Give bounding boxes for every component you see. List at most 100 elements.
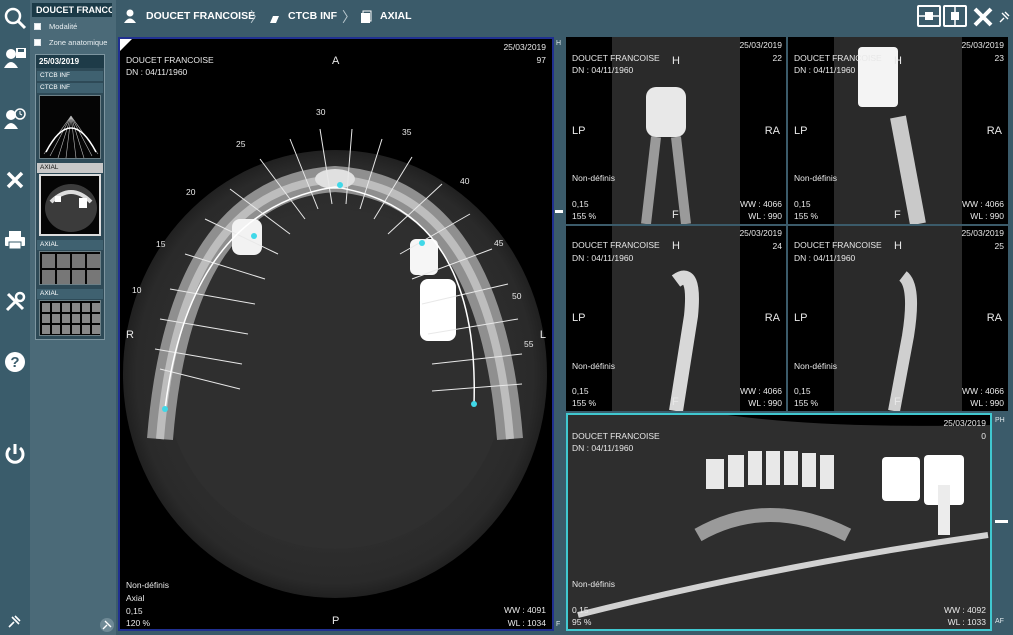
orientation-top: H xyxy=(672,240,680,252)
close-icon[interactable] xyxy=(3,168,27,192)
cross-section-viewport[interactable]: DOUCET FRANCOISE DN : 04/11/1960 25/03/2… xyxy=(788,226,1008,411)
breadcrumb-series[interactable]: AXIAL xyxy=(380,10,412,22)
curve-tick-label: 25 xyxy=(236,139,246,149)
patient-dob: DN : 04/11/1960 xyxy=(794,65,856,75)
series-label[interactable]: AXIAL xyxy=(37,289,103,299)
panoramic-slice-strip[interactable]: PH AF xyxy=(992,413,1011,631)
slice-number: 24 xyxy=(772,241,782,251)
curve-tick-label: 35 xyxy=(402,127,412,137)
window-width: WW : 4091 xyxy=(503,605,546,615)
patient-name: DOUCET FRANCOISE xyxy=(572,53,660,63)
curve-tick-label: 15 xyxy=(156,239,166,249)
exam-date: 25/03/2019 xyxy=(739,228,782,238)
anatomic-zone-checkbox[interactable] xyxy=(34,39,41,46)
slice-slider-handle[interactable] xyxy=(555,210,563,213)
window-width: WW : 4066 xyxy=(961,386,1004,396)
series-label[interactable]: CTCB INF xyxy=(37,71,103,81)
exam-date: 25/03/2019 xyxy=(503,42,546,52)
thickness-label: 0,15 xyxy=(126,606,143,616)
series-thumbnail-grid[interactable] xyxy=(39,300,101,336)
zoom-label: 155 % xyxy=(572,211,597,221)
series-thumbnail-cross[interactable] xyxy=(39,251,101,285)
modality-checkbox[interactable] xyxy=(34,23,41,30)
help-icon[interactable]: ? xyxy=(3,350,27,374)
window-width: WW : 4066 xyxy=(739,199,782,209)
axial-viewport[interactable]: 10 15 20 25 30 35 40 45 50 55 DOUCET FRA… xyxy=(118,37,554,631)
exam-date: 25/03/2019 xyxy=(739,40,782,50)
search-icon[interactable] xyxy=(3,6,27,30)
strip-bottom-label: AF xyxy=(995,618,1004,625)
exam-date: 25/03/2019 xyxy=(961,40,1004,50)
breadcrumb-study[interactable]: CTCB INF xyxy=(288,10,337,22)
orientation-top: H xyxy=(894,55,902,67)
series-icon xyxy=(360,10,372,29)
study-icon xyxy=(268,12,280,30)
layout-button[interactable] xyxy=(917,5,941,27)
plane-label: Axial xyxy=(126,593,145,603)
series-label[interactable]: CTCB INF xyxy=(37,83,103,93)
curve-tick-label: 55 xyxy=(524,339,534,349)
patient-dob: DN : 04/11/1960 xyxy=(572,65,634,75)
split-button[interactable] xyxy=(943,5,967,27)
orientation-left: LP xyxy=(794,125,808,137)
pin-icon[interactable] xyxy=(100,618,114,632)
window-level: WL : 1034 xyxy=(507,618,546,628)
slice-number: 25 xyxy=(994,241,1004,251)
thickness-label: 0,15 xyxy=(572,605,589,615)
breadcrumb-patient[interactable]: DOUCET FRANCOISE xyxy=(146,10,255,22)
top-bar: DOUCET FRANCOISE 〉 CTCB INF 〉 AXIAL xyxy=(116,0,1013,35)
slice-slider-handle[interactable] xyxy=(995,520,1008,523)
patient-name: DOUCET FRANCOISE xyxy=(572,431,660,441)
tools-icon[interactable] xyxy=(3,290,27,314)
zoom-label: 155 % xyxy=(794,211,819,221)
series-thumbnail-axial[interactable] xyxy=(39,174,101,236)
patient-name: DOUCET FRANCOISE xyxy=(794,53,882,63)
window-level: WL : 990 xyxy=(970,398,1004,408)
orientation-right: RA xyxy=(764,125,780,137)
orientation-bottom: F xyxy=(894,209,901,221)
non-defined-label: Non-définis xyxy=(794,173,837,183)
non-defined-label: Non-définis xyxy=(572,173,615,183)
study-date: 25/03/2019 xyxy=(36,55,104,68)
cross-section-viewport[interactable]: DOUCET FRANCOISE DN : 04/11/1960 25/03/2… xyxy=(566,37,786,224)
slice-number: 22 xyxy=(772,53,782,63)
pin-icon[interactable] xyxy=(998,10,1010,29)
series-thumbnail-pano[interactable] xyxy=(39,95,101,159)
thickness-label: 0,15 xyxy=(794,386,811,396)
chevron-right-icon: 〉 xyxy=(342,9,356,25)
axial-slice-strip[interactable]: H F xyxy=(554,37,564,631)
pin-icon[interactable] xyxy=(5,614,23,632)
orientation-right: RA xyxy=(986,312,1002,324)
orientation-left: LP xyxy=(794,312,808,324)
power-icon[interactable] xyxy=(3,442,27,466)
orientation-right: RA xyxy=(986,125,1002,137)
series-label[interactable]: AXIAL xyxy=(37,240,103,250)
panoramic-viewport[interactable]: DOUCET FRANCOISE DN : 04/11/1960 25/03/2… xyxy=(566,413,992,631)
exam-date: 25/03/2019 xyxy=(943,418,986,428)
print-icon[interactable] xyxy=(3,228,27,252)
window-level: WL : 990 xyxy=(970,211,1004,221)
cross-section-viewport[interactable]: DOUCET FRANCOISE DN : 04/11/1960 25/03/2… xyxy=(566,226,786,411)
patient-tab[interactable]: DOUCET FRANCOISE xyxy=(32,3,112,17)
orientation-left: R xyxy=(126,329,134,341)
close-view-button[interactable] xyxy=(972,6,994,33)
save-patient-icon[interactable] xyxy=(3,46,27,70)
orientation-bottom: F xyxy=(894,396,901,408)
series-label[interactable]: AXIAL xyxy=(37,163,103,173)
non-defined-label: Non-définis xyxy=(572,579,615,589)
patient-name: DOUCET FRANCOISE xyxy=(572,240,660,250)
axial-image xyxy=(120,39,547,598)
non-defined-label: Non-définis xyxy=(794,361,837,371)
curve-tick-label: 30 xyxy=(316,107,326,117)
cross-section-viewport[interactable]: DOUCET FRANCOISE DN : 04/11/1960 25/03/2… xyxy=(788,37,1008,224)
study-card[interactable]: 25/03/2019 CTCB INF CTCB INF AXIAL AXIAL… xyxy=(35,54,105,340)
patient-dob: DN : 04/11/1960 xyxy=(126,67,188,77)
patient-name: DOUCET FRANCOISE xyxy=(126,55,214,65)
patient-history-icon[interactable] xyxy=(3,106,27,130)
curve-tick-label: 20 xyxy=(186,187,196,197)
anatomic-zone-label: Zone anatomique xyxy=(49,38,108,47)
orientation-bottom: F xyxy=(672,396,679,408)
slice-number: 0 xyxy=(981,431,986,441)
patient-dob: DN : 04/11/1960 xyxy=(572,253,634,263)
slice-number: 23 xyxy=(994,53,1004,63)
